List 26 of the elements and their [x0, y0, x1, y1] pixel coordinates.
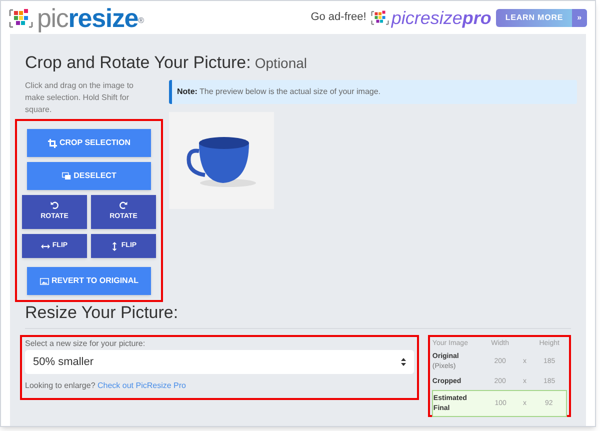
sort-caret-icon [401, 358, 406, 366]
crop-icon [48, 138, 56, 148]
pro-logo-text[interactable]: picresizepro [391, 8, 492, 26]
pro-link[interactable]: Check out PicResize Pro [98, 381, 186, 390]
section-title: Resize Your Picture: [25, 303, 180, 323]
pro-logo-icon [371, 9, 390, 26]
promo-text: Go ad-free! [310, 10, 366, 26]
section-title: Crop and Rotate Your Picture: [25, 52, 251, 74]
field-label: Select a new size for your picture: [25, 338, 146, 350]
logo-icon [9, 6, 33, 28]
image-icon [40, 276, 49, 286]
horizontal-arrows-icon [41, 242, 50, 250]
logo-text[interactable]: picresize$^{®}$ [37, 4, 144, 30]
action-button[interactable]: REVERT TO ORIGINAL [27, 267, 151, 295]
optional-label: Optional [254, 54, 308, 73]
rotate-right-icon [119, 201, 128, 210]
action-button[interactable]: DESELECT [27, 162, 151, 190]
deselect-icon [62, 172, 71, 180]
learn-more-button[interactable]: LEARN MORE » [496, 8, 587, 26]
action-button[interactable]: CROP SELECTION [27, 129, 151, 157]
size-select[interactable]: 50% smaller [25, 350, 414, 374]
note-text: Note: The preview below is the actual size of your image. [169, 80, 577, 104]
enlarge-text: Looking to enlarge? Check out PicResize Pro [25, 380, 187, 392]
instruction-text: Click and drag on the image to make selection. Hold Shift for square. [25, 80, 135, 116]
rotate-left-icon [50, 201, 59, 210]
vertical-arrows-icon [110, 242, 120, 250]
